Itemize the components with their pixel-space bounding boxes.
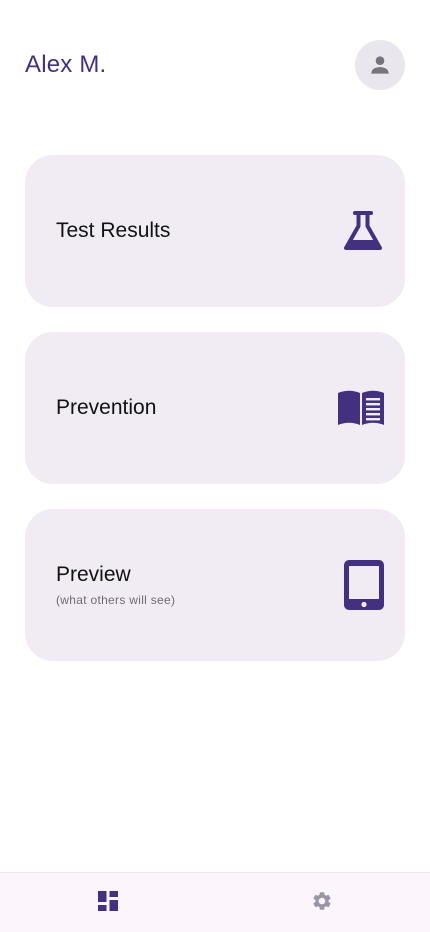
card-preview[interactable]: Preview (what others will see) xyxy=(25,509,405,661)
card-prevention[interactable]: Prevention xyxy=(25,332,405,484)
dashboard-icon xyxy=(98,891,118,911)
card-text: Prevention xyxy=(56,396,156,420)
nav-settings[interactable] xyxy=(302,881,342,921)
person-icon xyxy=(371,56,389,74)
book-icon xyxy=(337,389,385,427)
header: Alex M. xyxy=(25,40,405,90)
home-screen: Alex M. Test Results Prevention Preview … xyxy=(0,0,430,932)
flask-icon xyxy=(341,209,385,253)
card-text: Test Results xyxy=(56,219,170,243)
card-test-results[interactable]: Test Results xyxy=(25,155,405,307)
card-title: Preview xyxy=(56,563,131,586)
settings-gear-icon xyxy=(313,892,331,910)
bottom-navigation xyxy=(0,872,430,932)
user-name: Alex M. xyxy=(25,51,107,78)
card-title: Prevention xyxy=(56,396,157,419)
tablet-icon xyxy=(343,559,385,611)
card-title: Test Results xyxy=(56,219,171,242)
nav-dashboard[interactable] xyxy=(88,881,128,921)
card-text: Preview (what others will see) xyxy=(56,563,175,607)
profile-avatar-button[interactable] xyxy=(355,40,405,90)
card-subtitle: (what others will see) xyxy=(56,593,176,607)
